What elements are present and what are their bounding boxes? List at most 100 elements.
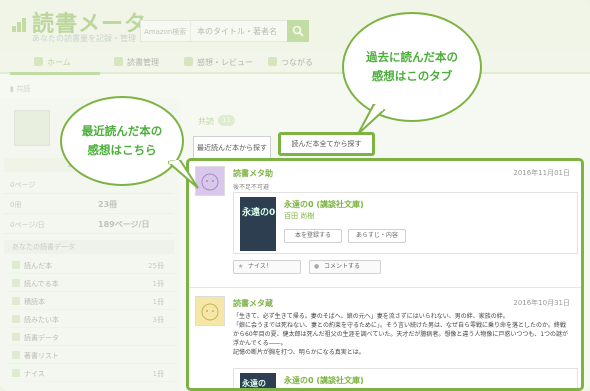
sidebar-item-read[interactable]: 読んだ本 25冊 (6, 256, 176, 274)
sidebar-item-label: 読んだ本 (24, 262, 52, 270)
callout-all-books-text: 過去に読んだ本の 感想はこのタブ (344, 48, 480, 86)
review-text: 「生きて、必ず生きて帰る。妻のそばへ、娘の元へ」妻を流さずにはいられない、男の絆… (233, 312, 578, 357)
nav-connect[interactable]: つながる (268, 56, 313, 70)
review-text-line: から60年目の夏、健太郎は死んだ祖父の生涯を調べていた。天才だが臆病者。想像と違… (233, 331, 569, 338)
search-input[interactable] (193, 21, 289, 41)
sidebar-item-label: 積読本 (24, 298, 45, 306)
tab-recent-books[interactable]: 最近読んだ本から探す (193, 136, 271, 158)
nav-reading-management[interactable]: 読書管理 (114, 56, 159, 70)
sidebar-item-count: 1冊 (152, 280, 164, 288)
callout-line: 最近読んだ本の (81, 124, 163, 138)
nav-reviews-label: 感想・レビュー (197, 58, 253, 67)
star-icon: ★ (238, 263, 244, 270)
section-title: 共読 (198, 117, 214, 126)
user-face-icon (201, 303, 219, 321)
data-icon (12, 333, 20, 341)
sidebar-item-label: 読んでる本 (24, 280, 59, 288)
review-text-line: 「娘に会うまでは死ねない、妻との約束を守るために」。そう言い続けた男は、なぜ自ら… (233, 322, 566, 329)
post-username[interactable]: 読書メタ蔵 (233, 298, 273, 309)
sidebar-item-label: 著書リスト (24, 352, 59, 360)
comment-button-label: コメントする (324, 263, 361, 270)
callout-line: 感想はこのタブ (371, 69, 453, 83)
nice-button[interactable]: ★ ナイス！ (233, 260, 301, 274)
sidebar-item-count: 1冊 (152, 370, 164, 378)
search-source-select[interactable]: Amazon検索 (141, 21, 191, 41)
synopsis-button[interactable]: あらすじ・内容 (348, 229, 406, 243)
home-icon (34, 57, 43, 66)
sidebar-item-reading[interactable]: 読んでる本 1冊 (6, 274, 176, 292)
sidebar-item-count: 1冊 (152, 298, 164, 306)
search-icon (292, 25, 304, 37)
list-icon (12, 351, 20, 359)
nice-button-label: ナイス！ (248, 263, 272, 270)
comment-button[interactable]: ● コメントする (309, 260, 381, 274)
section-count-badge: 11 (218, 115, 235, 126)
header: 読書メーター あなたの読書量を記録・管理 Amazon検索 (0, 0, 590, 52)
nav-reviews[interactable]: 感想・レビュー (184, 56, 253, 70)
star-icon (12, 369, 20, 377)
sidebar-item-label: 読書データ (24, 334, 59, 342)
book-cover[interactable]: 永遠の (240, 373, 276, 388)
search-box: Amazon検索 (140, 20, 290, 42)
sidebar-item-wishlist[interactable]: 読みたい本 3冊 (6, 310, 176, 328)
logo-icon (12, 18, 28, 32)
stat-right: 189ページ/日 (98, 220, 150, 229)
nav-home-label: ホーム (47, 58, 71, 67)
sidebar-item-count: 25冊 (148, 262, 164, 270)
book-title[interactable]: 永遠の0 (講談社文庫) (284, 375, 364, 386)
avatar[interactable] (195, 296, 225, 326)
search-button[interactable] (287, 20, 309, 42)
callout-recent-books-text: 最近読んだ本の 感想はこちら (62, 122, 182, 160)
post-subtitle: 後不足不可避 (233, 184, 270, 191)
stat-row: 0ページ/日 189ページ/日 (4, 214, 174, 234)
review-feed: 読書メタ助 後不足不可避 2016年11月01日 永遠の0 永遠の0 (講談社文… (186, 158, 584, 391)
book-cover-title: 永遠の (242, 379, 266, 388)
post-username[interactable]: 読書メタ助 (233, 168, 273, 179)
read-icon (12, 261, 20, 269)
book-icon (114, 57, 123, 66)
book-card: 永遠の0 永遠の0 (講談社文庫) 百田 尚樹 本を登録する あらすじ・内容 (233, 192, 578, 254)
sidebar-item-nice[interactable]: ナイス 1冊 (6, 364, 176, 382)
post-divider (189, 287, 581, 288)
sidebar-item-label: ナイス (24, 370, 45, 378)
main-nav: ホーム 読書管理 感想・レビュー つながる (0, 52, 590, 74)
app-subtitle: あなたの読書量を記録・管理 (32, 34, 136, 43)
breadcrumb-label: 共読 (16, 85, 31, 93)
book-author[interactable]: 百田 尚樹 (284, 211, 314, 221)
callout-line: 過去に読んだ本の (366, 50, 458, 64)
sidebar-item-authors[interactable]: 著書リスト (6, 346, 176, 364)
book-title[interactable]: 永遠の0 (講談社文庫) (284, 199, 364, 210)
screen: 読書メーター あなたの読書量を記録・管理 Amazon検索 ホーム 読書管理 感… (0, 0, 590, 391)
wish-icon (12, 315, 20, 323)
reading-icon (12, 279, 20, 287)
callout-pointer (357, 104, 386, 135)
sidebar-section-title: あなたの読書データ (4, 240, 174, 254)
stack-icon (12, 297, 20, 305)
nav-home[interactable]: ホーム (34, 56, 71, 70)
review-post: 読書メタ蔵 2016年10月31日 「生きて、必ず生きて帰る。妻のそばへ、娘の元… (195, 296, 578, 388)
register-book-button[interactable]: 本を登録する (284, 229, 342, 243)
stat-row: 0冊 23冊 (4, 194, 174, 214)
review-text-line: 「生きて、必ず生きて帰る。妻のそばへ、娘の元へ」妻を流さずにはいられない、男の絆… (233, 313, 509, 320)
nav-reading-management-label: 読書管理 (127, 58, 159, 67)
sidebar-item-data[interactable]: 読書データ (6, 328, 176, 346)
stat-left: 0冊 (10, 201, 22, 209)
stat-left: 0ページ (10, 181, 36, 189)
nav-active-indicator (10, 72, 100, 75)
post-date: 2016年10月31日 (513, 299, 570, 307)
book-cover[interactable]: 永遠の0 (240, 197, 276, 251)
breadcrumb: ▮ 共読 (10, 85, 31, 93)
comment-icon (184, 57, 193, 66)
sidebar-item-stacked[interactable]: 積読本 1冊 (6, 292, 176, 310)
book-card: 永遠の 永遠の0 (講談社文庫) (233, 368, 578, 388)
callout-pointer (168, 160, 199, 189)
user-avatar[interactable] (14, 110, 50, 146)
callout-recent-books: 最近読んだ本の 感想はこちら (60, 96, 184, 186)
people-icon (268, 57, 277, 66)
sidebar-item-count: 3冊 (152, 316, 164, 324)
review-text-line: 記憶の断片が胸を打つ、明らかになる真実とは。 (233, 349, 365, 356)
nav-connect-label: つながる (281, 58, 313, 67)
stat-left: 0ページ/日 (10, 221, 45, 229)
stat-right: 23冊 (98, 200, 118, 209)
review-text-line: 浮かんでくる――。 (233, 340, 287, 347)
